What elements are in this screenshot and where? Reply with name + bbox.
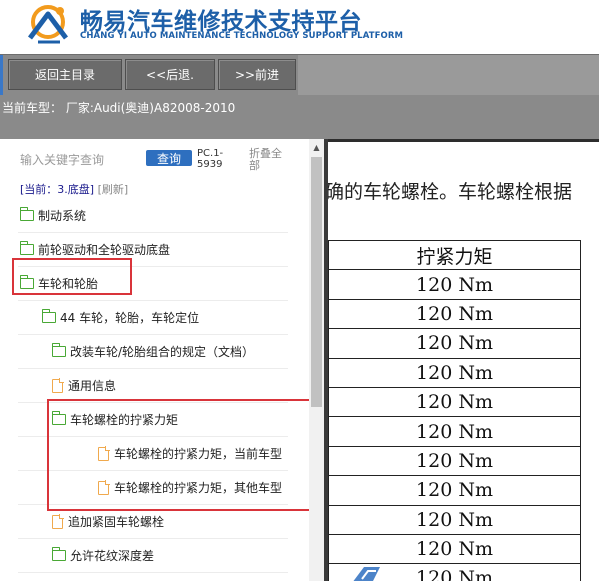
folder-icon (19, 241, 34, 255)
table-header-row: 拧紧力矩 (328, 239, 581, 271)
forward-button[interactable]: >>前进 (218, 59, 296, 90)
tree-item-label: 改装车轮/轮胎组合的规定（文档） (70, 345, 255, 359)
torque-value-cell: 120 Nm (328, 504, 581, 535)
torque-value-cell: 120 Nm (328, 269, 581, 300)
content-text: 确的车轮螺栓。车轮螺栓根据 (328, 181, 573, 203)
table-row: 120 Nm (328, 533, 581, 565)
torque-value-cell: 120 Nm (328, 328, 581, 359)
tree-item-label: 允许花纹深度差 (70, 549, 155, 563)
collapse-all-button[interactable]: 折叠全部 (249, 148, 289, 172)
table-row: 120 Nm (328, 445, 581, 477)
tree-item-label: 前轮驱动和全轮驱动底盘 (38, 243, 171, 257)
highlight-box-wheels (12, 258, 132, 295)
search-input[interactable]: 输入关键字查询 (20, 151, 104, 168)
logo-icon (28, 5, 68, 44)
torque-value-cell: 120 Nm (328, 357, 581, 388)
tree-item-brake-system[interactable]: 制动系统 (19, 207, 87, 224)
back-button[interactable]: <<后退. (125, 59, 215, 90)
tree-item-label: 44 车轮，轮胎，车轮定位 (60, 311, 200, 325)
folder-open-icon (41, 309, 56, 323)
breadcrumb: [当前：3.底盘] [刷新] (20, 181, 128, 197)
current-car-bar: 当前车型： 厂家:Audi(奥迪)A82008-2010 (0, 95, 599, 139)
document-icon (52, 514, 64, 529)
app-subtitle: CHANG YI AUTO MAINTENANCE TECHNOLOGY SUP… (80, 31, 404, 41)
folder-icon (51, 343, 66, 357)
torque-value-cell: 120 Nm (328, 386, 581, 418)
torque-value-cell: 120 Nm (328, 416, 581, 447)
scroll-up-icon[interactable]: ▲ (309, 139, 324, 155)
nav-toolbar: 返回主目录 <<后退. >>前进 (0, 54, 599, 95)
document-icon (52, 378, 64, 393)
app-header: 畅易汽车维修技术支持平台 CHANG YI AUTO MAINTENANCE T… (0, 0, 599, 54)
folder-icon (51, 547, 66, 561)
table-row: 120 Nm (328, 269, 581, 300)
table-row: 120 Nm (328, 416, 581, 447)
tree-item-44-wheels[interactable]: 44 车轮，轮胎，车轮定位 (41, 309, 200, 326)
table-row: 120 Nm (328, 328, 581, 359)
tree-item-general-info[interactable]: 通用信息 (52, 377, 116, 394)
tree-item-label: 制动系统 (38, 209, 87, 223)
tree-item-chassis[interactable]: 前轮驱动和全轮驱动底盘 (19, 241, 171, 258)
pc-code: PC.1-5939 (197, 148, 224, 170)
torque-value-cell: 120 Nm (328, 298, 581, 330)
tree-item-tread-depth[interactable]: 允许花纹深度差 (51, 547, 155, 564)
table-row: 120 Nm (328, 386, 581, 418)
table-header-cell: 拧紧力矩 (328, 239, 581, 271)
current-path: [当前：3.底盘] (20, 183, 95, 196)
torque-value-cell: 120 Nm (328, 533, 581, 565)
tree-item-modification-rules[interactable]: 改装车轮/轮胎组合的规定（文档） (51, 343, 255, 360)
sidebar-scrollbar[interactable]: ▲ (309, 139, 324, 581)
table-row: 120 Nm (328, 357, 581, 388)
tree-item-label: 追加紧固车轮螺栓 (68, 515, 165, 529)
torque-value-cell: 120 Nm (328, 475, 581, 506)
home-button[interactable]: 返回主目录 (8, 59, 122, 90)
table-row: 120 Nm (328, 504, 581, 535)
tree-item-retighten-bolts[interactable]: 追加紧固车轮螺栓 (52, 513, 164, 530)
current-car-label: 当前车型： 厂家:Audi(奥迪)A82008-2010 (2, 101, 236, 115)
scroll-thumb[interactable] (311, 157, 322, 407)
torque-value-cell: 120 Nm (328, 445, 581, 477)
refresh-link[interactable]: [刷新] (98, 183, 129, 196)
content-panel: 确的车轮螺栓。车轮螺栓根据 拧紧力矩 120 Nm 120 Nm 120 Nm 120… (328, 139, 599, 581)
table-row: 120 Nm (328, 298, 581, 330)
torque-table: 拧紧力矩 120 Nm 120 Nm 120 Nm 120 Nm 120 Nm 120 N… (328, 239, 581, 581)
folder-icon (19, 207, 34, 221)
watermark-icon (353, 567, 380, 581)
highlight-box-torque (47, 399, 319, 511)
search-button[interactable]: 查询 (146, 150, 192, 166)
sidebar: 输入关键字查询 查询 PC.1-5939 折叠全部 [当前：3.底盘] [刷新]… (0, 139, 324, 581)
table-row: 120 Nm (328, 475, 581, 506)
tree-item-label: 通用信息 (68, 379, 117, 393)
